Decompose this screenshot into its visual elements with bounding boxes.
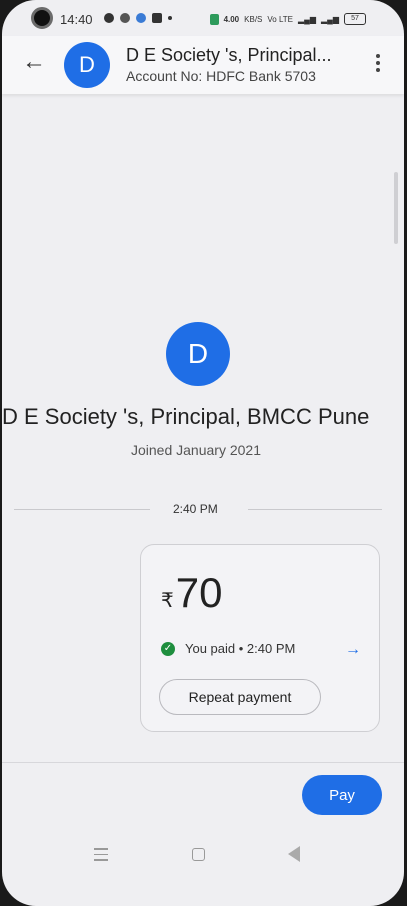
more-dot-icon	[168, 16, 172, 20]
message-icon	[152, 13, 162, 23]
chat-icon	[104, 13, 114, 23]
amount-value: 70	[175, 569, 223, 616]
battery-icon: 57	[344, 13, 366, 25]
scrollbar[interactable]	[394, 172, 398, 244]
home-icon[interactable]	[192, 848, 205, 861]
recycle-icon	[120, 13, 130, 23]
status-bar: 14:40 4.00 KB/S Vo LTE ▂▄▆ ▂▄▆ 57	[2, 0, 404, 36]
bottom-separator	[2, 762, 404, 763]
payment-status-text: You paid • 2:40 PM	[185, 641, 296, 656]
header-avatar[interactable]: D	[64, 42, 110, 88]
back-arrow-icon[interactable]: ←	[22, 48, 46, 76]
more-options-icon[interactable]	[376, 54, 382, 72]
payment-status: ✓ You paid • 2:40 PM	[161, 641, 295, 656]
system-nav-bar	[2, 836, 404, 876]
camera-hole	[31, 7, 53, 29]
profile-name: D E Society 's, Principal, BMCC Pune	[2, 404, 370, 429]
currency-symbol: ₹	[161, 590, 174, 612]
pay-button[interactable]: Pay	[302, 775, 382, 815]
divider-right	[248, 509, 382, 510]
divider-left	[14, 509, 150, 510]
header-subtitle: Account No: HDFC Bank 5703	[126, 68, 316, 84]
back-triangle-icon[interactable]	[288, 846, 300, 862]
network-speed: 4.00	[223, 14, 240, 24]
recents-icon[interactable]	[94, 848, 108, 861]
phone-screen: 14:40 4.00 KB/S Vo LTE ▂▄▆ ▂▄▆ 57 ← D D …	[2, 0, 404, 906]
arrow-right-icon[interactable]: →	[345, 641, 361, 659]
app-icon	[136, 13, 146, 23]
repeat-payment-button[interactable]: Repeat payment	[159, 679, 321, 715]
signal-icon: ▂▄▆	[298, 14, 317, 24]
signal-icon-2: ▂▄▆	[321, 14, 339, 24]
status-time: 14:40	[60, 12, 93, 27]
joined-text: Joined January 2021	[131, 442, 261, 458]
network-unit: KB/S	[244, 14, 263, 24]
transaction-time-label: 2:40 PM	[173, 502, 218, 516]
notification-icons	[104, 13, 172, 23]
profile-joined: Joined January 2021	[2, 442, 404, 458]
amount: ₹ 70	[161, 569, 222, 617]
app-bar: ← D D E Society 's, Principal... Account…	[2, 36, 404, 94]
header-title: D E Society 's, Principal...	[126, 45, 332, 65]
volte-label: Vo LTE	[267, 14, 294, 24]
profile-avatar: D	[166, 322, 230, 386]
data-saver-icon	[209, 13, 219, 25]
check-circle-icon: ✓	[161, 641, 175, 656]
payment-card[interactable]: ₹ 70 ✓ You paid • 2:40 PM → Repeat payme…	[140, 544, 380, 732]
status-right: 4.00 KB/S Vo LTE ▂▄▆ ▂▄▆ 57	[209, 13, 366, 25]
